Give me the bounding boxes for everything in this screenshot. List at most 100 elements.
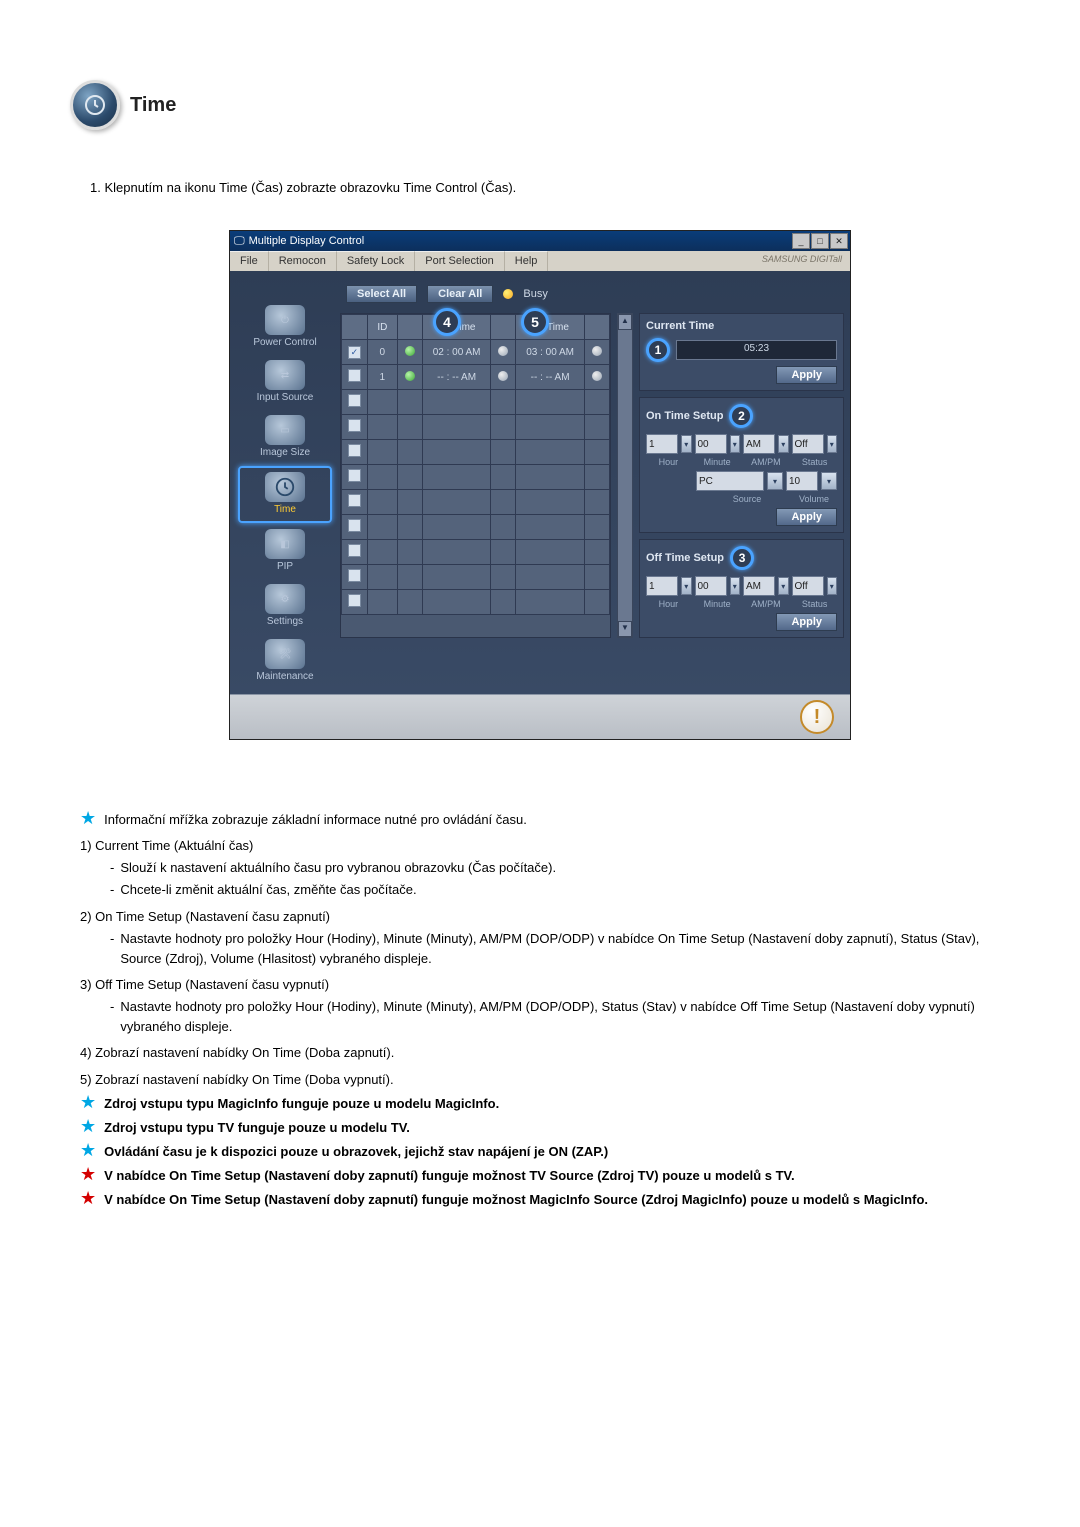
table-row[interactable] bbox=[342, 440, 610, 465]
menu-port-selection[interactable]: Port Selection bbox=[415, 251, 504, 271]
on-status-select[interactable] bbox=[792, 434, 824, 454]
toolbar: Select All Clear All Busy bbox=[340, 281, 844, 313]
row-checkbox[interactable] bbox=[348, 394, 361, 407]
chevron-down-icon[interactable]: ▾ bbox=[681, 435, 692, 453]
off-ampm-select[interactable] bbox=[743, 576, 775, 596]
status-led-icon bbox=[592, 371, 602, 381]
off-time-apply-button[interactable]: Apply bbox=[776, 613, 837, 631]
busy-led-icon bbox=[503, 289, 513, 299]
label-minute: Minute bbox=[695, 599, 740, 609]
table-row[interactable] bbox=[342, 565, 610, 590]
clear-all-button[interactable]: Clear All bbox=[427, 285, 493, 303]
row-checkbox[interactable] bbox=[348, 346, 361, 359]
table-row[interactable] bbox=[342, 490, 610, 515]
minimize-button[interactable]: _ bbox=[792, 233, 810, 249]
app-window: 🖵 Multiple Display Control _ □ ✕ File Re… bbox=[229, 230, 851, 740]
chevron-down-icon[interactable]: ▾ bbox=[730, 577, 741, 595]
row-checkbox[interactable] bbox=[348, 369, 361, 382]
menu-remocon[interactable]: Remocon bbox=[269, 251, 337, 271]
chevron-down-icon[interactable]: ▾ bbox=[827, 435, 838, 453]
table-row[interactable] bbox=[342, 540, 610, 565]
table-row[interactable] bbox=[342, 465, 610, 490]
grid-scrollbar[interactable]: ▲ ▼ bbox=[617, 313, 633, 638]
scroll-up-button[interactable]: ▲ bbox=[618, 314, 632, 330]
off-status-select[interactable] bbox=[792, 576, 824, 596]
item-3a: Nastavte hodnoty pro položky Hour (Hodin… bbox=[120, 997, 1000, 1037]
grid-header bbox=[397, 315, 422, 340]
table-row[interactable]: 002 : 00 AM03 : 00 AM bbox=[342, 340, 610, 365]
menu-safety-lock[interactable]: Safety Lock bbox=[337, 251, 415, 271]
cell-off-time bbox=[516, 440, 584, 465]
label-ampm: AM/PM bbox=[744, 457, 789, 467]
off-minute-select[interactable] bbox=[695, 576, 727, 596]
callout-3: 3 bbox=[730, 546, 754, 570]
sidebar-item-pip[interactable]: ◧PIP bbox=[240, 525, 330, 578]
menu-file[interactable]: File bbox=[230, 251, 269, 271]
current-time-apply-button[interactable]: Apply bbox=[776, 366, 837, 384]
chevron-down-icon[interactable]: ▾ bbox=[827, 577, 838, 595]
star-icon: ★ bbox=[80, 810, 96, 826]
on-minute-select[interactable] bbox=[695, 434, 727, 454]
close-button[interactable]: ✕ bbox=[830, 233, 848, 249]
maximize-button[interactable]: □ bbox=[811, 233, 829, 249]
titlebar-text: Multiple Display Control bbox=[249, 235, 365, 247]
cell-on-time bbox=[422, 440, 490, 465]
sidebar-item-time[interactable]: Time bbox=[238, 466, 332, 523]
chevron-down-icon[interactable]: ▾ bbox=[730, 435, 741, 453]
chevron-down-icon[interactable]: ▾ bbox=[681, 577, 692, 595]
label-volume: Volume bbox=[791, 494, 837, 504]
current-time-field[interactable]: 05:23 bbox=[676, 340, 837, 360]
cell-off-time bbox=[516, 590, 584, 615]
cell-id bbox=[367, 565, 397, 590]
row-checkbox[interactable] bbox=[348, 444, 361, 457]
sidebar-item-maintenance[interactable]: 🛠Maintenance bbox=[240, 635, 330, 688]
cell-off-time bbox=[516, 515, 584, 540]
page-header: Time bbox=[70, 80, 1010, 130]
status-led-icon bbox=[405, 346, 415, 356]
time-icon bbox=[265, 472, 305, 502]
table-row[interactable]: 1-- : -- AM-- : -- AM bbox=[342, 365, 610, 390]
on-volume-select[interactable] bbox=[786, 471, 818, 491]
row-checkbox[interactable] bbox=[348, 519, 361, 532]
item-1b: Chcete-li změnit aktuální čas, změňte ča… bbox=[120, 880, 416, 900]
chevron-down-icon[interactable]: ▾ bbox=[778, 435, 789, 453]
row-checkbox[interactable] bbox=[348, 419, 361, 432]
grid-header bbox=[584, 315, 609, 340]
chevron-down-icon[interactable]: ▾ bbox=[821, 472, 837, 490]
explanation-block: ★Informační mřížka zobrazuje základní in… bbox=[80, 810, 1000, 1210]
chevron-down-icon[interactable]: ▾ bbox=[778, 577, 789, 595]
on-time-apply-button[interactable]: Apply bbox=[776, 508, 837, 526]
star-icon: ★ bbox=[80, 1094, 96, 1110]
sidebar-item-settings[interactable]: ⚙Settings bbox=[240, 580, 330, 633]
row-checkbox[interactable] bbox=[348, 569, 361, 582]
select-all-button[interactable]: Select All bbox=[346, 285, 417, 303]
label-minute: Minute bbox=[695, 457, 740, 467]
off-hour-select[interactable] bbox=[646, 576, 678, 596]
scroll-down-button[interactable]: ▼ bbox=[618, 621, 632, 637]
row-checkbox[interactable] bbox=[348, 494, 361, 507]
row-checkbox[interactable] bbox=[348, 544, 361, 557]
on-hour-select[interactable] bbox=[646, 434, 678, 454]
row-checkbox[interactable] bbox=[348, 594, 361, 607]
sidebar-item-image-size[interactable]: ▭Image Size bbox=[240, 411, 330, 464]
chevron-down-icon[interactable]: ▾ bbox=[767, 472, 783, 490]
note-1: Zdroj vstupu typu MagicInfo funguje pouz… bbox=[104, 1094, 499, 1114]
info-icon: ! bbox=[800, 700, 834, 734]
label-status: Status bbox=[792, 457, 837, 467]
table-row[interactable] bbox=[342, 390, 610, 415]
sidebar: ⏻Power Control ⇄Input Source ▭Image Size… bbox=[236, 281, 334, 688]
row-checkbox[interactable] bbox=[348, 469, 361, 482]
table-row[interactable] bbox=[342, 415, 610, 440]
menu-help[interactable]: Help bbox=[505, 251, 549, 271]
on-ampm-select[interactable] bbox=[743, 434, 775, 454]
menubar: File Remocon Safety Lock Port Selection … bbox=[230, 251, 850, 271]
star-icon: ★ bbox=[80, 1166, 96, 1182]
cell-on-time bbox=[422, 415, 490, 440]
sidebar-item-power-control[interactable]: ⏻Power Control bbox=[240, 301, 330, 354]
cell-id: 0 bbox=[367, 340, 397, 365]
sidebar-item-input-source[interactable]: ⇄Input Source bbox=[240, 356, 330, 409]
time-section-icon bbox=[70, 80, 120, 130]
table-row[interactable] bbox=[342, 590, 610, 615]
on-source-select[interactable] bbox=[696, 471, 764, 491]
table-row[interactable] bbox=[342, 515, 610, 540]
